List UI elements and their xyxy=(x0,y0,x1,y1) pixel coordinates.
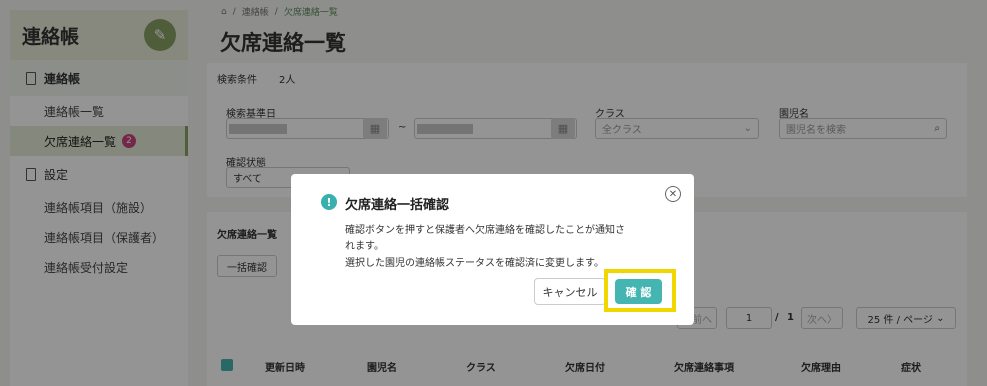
dialog-message-line1: 確認ボタンを押すと保護者へ欠席連絡を確認したことが通知さ xyxy=(345,225,625,236)
info-icon: ! xyxy=(321,194,337,210)
cancel-button[interactable]: キャンセル xyxy=(534,278,606,305)
bulk-confirm-dialog: ! 欠席連絡一括確認 ✕ 確認ボタンを押すと保護者へ欠席連絡を確認したことが通知… xyxy=(291,174,694,325)
dialog-message-line3: 選択した園児の連絡帳ステータスを確認済に変更します。 xyxy=(345,258,604,269)
close-icon[interactable]: ✕ xyxy=(665,186,681,202)
confirm-button[interactable]: 確 認 xyxy=(615,279,662,304)
dialog-message-line2: れます。 xyxy=(345,241,384,252)
dialog-title: 欠席連絡一括確認 xyxy=(345,198,450,213)
